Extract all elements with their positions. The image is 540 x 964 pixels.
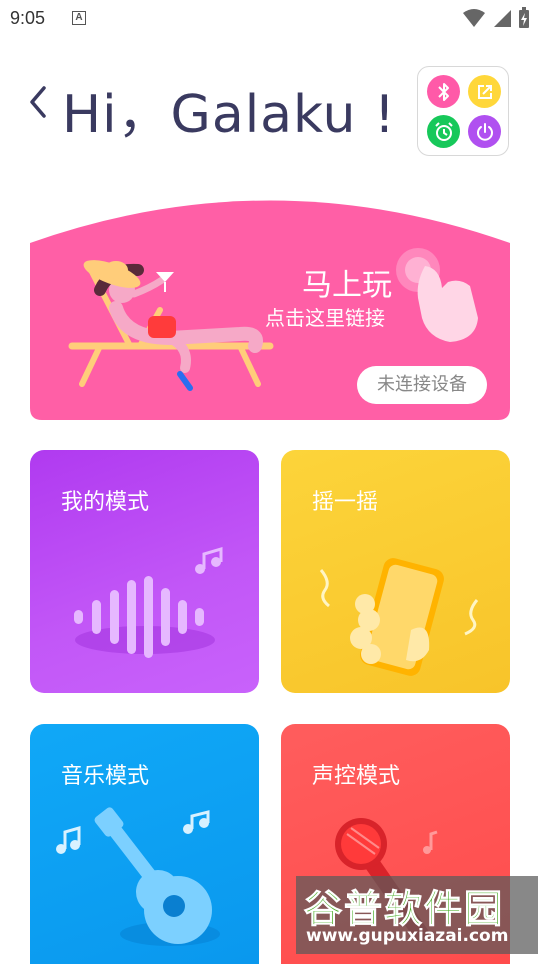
power-icon <box>476 122 493 141</box>
back-button[interactable] <box>24 82 54 122</box>
status-time: 9:05 <box>10 8 46 28</box>
mode-card-label: 摇一摇 <box>312 490 379 515</box>
mode-card-mine[interactable]: 我的模式 <box>30 450 259 693</box>
banner-title: 马上玩 <box>302 268 392 303</box>
bluetooth-button[interactable] <box>427 75 460 108</box>
wifi-icon <box>463 9 485 27</box>
battery-icon <box>519 7 529 28</box>
page-title: Hi，Galaku ! <box>62 85 396 145</box>
mode-card-label: 音乐模式 <box>61 764 150 789</box>
alarm-icon <box>434 121 453 141</box>
bluetooth-icon <box>437 82 449 101</box>
mode-card-label: 声控模式 <box>312 764 401 789</box>
chevron-left-icon <box>30 86 46 118</box>
share-icon <box>477 84 492 99</box>
alarm-button[interactable] <box>427 115 460 148</box>
watermark-title: 谷普软件园 <box>303 887 505 932</box>
signal-icon <box>494 10 511 27</box>
quick-actions-panel <box>417 66 509 156</box>
notification-icon: A <box>72 11 86 25</box>
watermark-url: www.gupuxiazai.com <box>306 926 509 946</box>
status-bar: 9:05 A <box>0 0 540 38</box>
mode-card-shake[interactable]: 摇一摇 <box>281 450 510 693</box>
power-button[interactable] <box>468 115 501 148</box>
share-button[interactable] <box>468 75 501 108</box>
connection-status-badge: 未连接设备 <box>357 366 487 404</box>
mode-card-label: 我的模式 <box>61 490 150 515</box>
play-now-banner[interactable]: 马上玩 点击这里链接 未连接设备 <box>30 198 510 420</box>
banner-subtitle: 点击这里链接 <box>265 306 385 330</box>
watermark: 谷普软件园 www.gupuxiazai.com <box>296 876 538 954</box>
mode-card-music[interactable]: 音乐模式 <box>30 724 259 964</box>
status-icons <box>462 7 530 29</box>
